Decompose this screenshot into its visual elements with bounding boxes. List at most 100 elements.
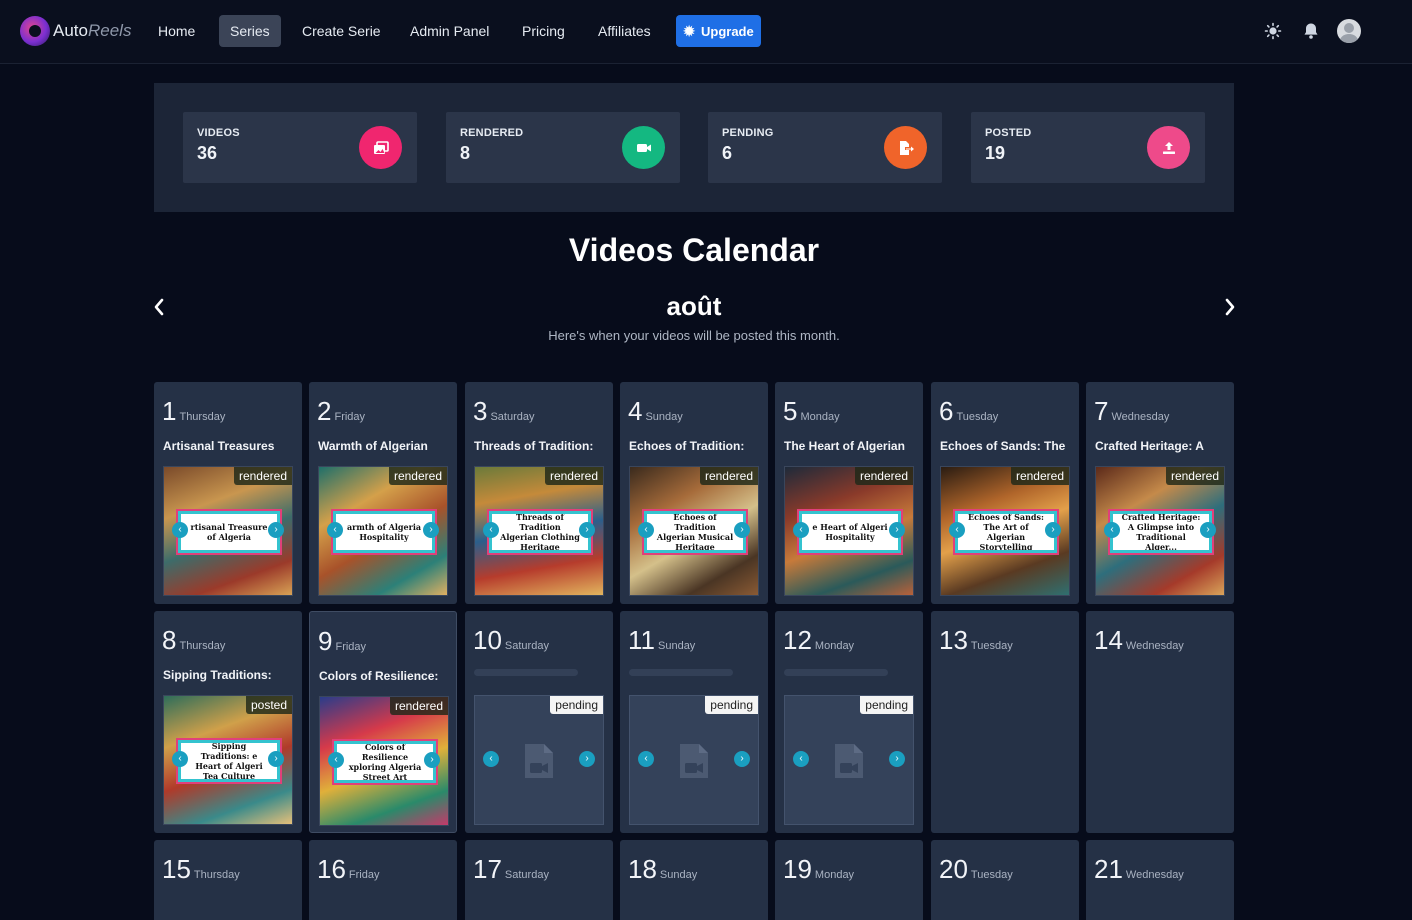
bell-icon[interactable] (1299, 19, 1323, 43)
day-weekday: Thursday (193, 869, 240, 881)
calendar-day[interactable]: 12 Monday pending ‹ › (775, 611, 923, 833)
video-thumbnail[interactable]: rendered armth of Algeria Hospitality ‹ › (318, 466, 448, 596)
next-video-button[interactable]: › (579, 751, 595, 767)
prev-video-button[interactable]: ‹ (638, 751, 654, 767)
calendar-day[interactable]: 9 Friday Colors of Resilience: rendered Colo… (309, 611, 457, 833)
day-number: 18 (628, 854, 657, 884)
next-video-button[interactable]: › (734, 751, 750, 767)
calendar-day[interactable]: 1 Thursday Artisanal Treasures rendered rtis… (154, 382, 302, 604)
next-video-button[interactable]: › (1045, 522, 1061, 538)
calendar-day[interactable]: 11 Sunday pending ‹ › (620, 611, 768, 833)
stat-value: 19 (985, 143, 1006, 163)
video-thumbnail-pending[interactable]: pending ‹ › (629, 695, 759, 825)
nav-create-serie[interactable]: Create Serie (291, 15, 392, 47)
next-month-button[interactable] (1217, 293, 1243, 321)
next-video-button[interactable]: › (579, 522, 595, 538)
day-weekday: Saturday (490, 411, 535, 423)
day-number: 21 (1094, 854, 1123, 884)
video-thumbnail-pending[interactable]: pending ‹ › (474, 695, 604, 825)
calendar-day[interactable]: 10 Saturday pending ‹ › (465, 611, 613, 833)
next-video-button[interactable]: › (889, 522, 905, 538)
calendar-day[interactable]: 7 Wednesday Crafted Heritage: A rendered Cra… (1086, 382, 1234, 604)
nav-series[interactable]: Series (219, 15, 281, 47)
prev-video-button[interactable]: ‹ (793, 751, 809, 767)
day-number: 4 (628, 396, 643, 426)
title-loading-bar (474, 669, 578, 676)
next-video-button[interactable]: › (268, 522, 284, 538)
status-badge: rendered (699, 467, 758, 485)
calendar-day[interactable]: 5 Monday The Heart of Algerian rendered e He… (775, 382, 923, 604)
next-video-button[interactable]: › (424, 752, 440, 768)
day-weekday: Saturday (504, 640, 549, 652)
calendar-day[interactable]: 14 Wednesday (1086, 611, 1234, 833)
next-video-button[interactable]: › (889, 751, 905, 767)
calendar-day[interactable]: 16 Friday (309, 840, 457, 920)
video-title: Colors of Resilience: (319, 669, 439, 683)
stat-label: PENDING (722, 127, 774, 139)
prev-video-button[interactable]: ‹ (483, 522, 499, 538)
nav-admin-panel[interactable]: Admin Panel (399, 15, 500, 47)
video-thumbnail[interactable]: rendered Echoes of Sands: The Art of Alge… (940, 466, 1070, 596)
day-number: 5 (783, 396, 798, 426)
status-badge: pending (860, 696, 913, 714)
prev-video-button[interactable]: ‹ (172, 751, 188, 767)
calendar-day[interactable]: 17 Saturday (465, 840, 613, 920)
video-title: Artisanal Treasures (163, 439, 275, 453)
prev-video-button[interactable]: ‹ (1104, 522, 1120, 538)
prev-video-button[interactable]: ‹ (949, 522, 965, 538)
day-header: 6 Tuesday (939, 396, 998, 427)
day-header: 4 Sunday (628, 396, 683, 427)
calendar-day[interactable]: 8 Thursday Sipping Traditions: posted Sippin… (154, 611, 302, 833)
day-header: 9 Friday (318, 626, 366, 657)
next-video-button[interactable]: › (1200, 522, 1216, 538)
video-thumbnail-pending[interactable]: pending ‹ › (784, 695, 914, 825)
calendar-day[interactable]: 21 Wednesday (1086, 840, 1234, 920)
top-navbar: AutoReels Home Series Create Serie Admin… (0, 0, 1412, 64)
prev-video-button[interactable]: ‹ (638, 522, 654, 538)
day-number: 16 (317, 854, 346, 884)
video-thumbnail[interactable]: rendered Echoes of Tradition Algerian Mus… (629, 466, 759, 596)
prev-video-button[interactable]: ‹ (483, 751, 499, 767)
video-thumbnail[interactable]: rendered Crafted Heritage: A Glimpse into… (1095, 466, 1225, 596)
calendar-day[interactable]: 4 Sunday Echoes of Tradition: rendered Echoe… (620, 382, 768, 604)
calendar-day[interactable]: 19 Monday (775, 840, 923, 920)
video-thumbnail[interactable]: rendered e Heart of Algeri Hospitality ‹ › (784, 466, 914, 596)
calendar-title: Videos Calendar (568, 232, 820, 268)
nav-pricing[interactable]: Pricing (511, 15, 576, 47)
day-header: 5 Monday (783, 396, 840, 427)
upgrade-button[interactable]: ✹ Upgrade (676, 15, 761, 47)
stat-value: 8 (460, 143, 471, 163)
video-thumbnail[interactable]: rendered Threads of Tradition Algerian Cl… (474, 466, 604, 596)
calendar-day[interactable]: 3 Saturday Threads of Tradition: rendered Th… (465, 382, 613, 604)
day-header: 18 Sunday (628, 854, 697, 885)
nav-home[interactable]: Home (147, 15, 206, 47)
calendar-day[interactable]: 13 Tuesday (931, 611, 1079, 833)
next-video-button[interactable]: › (734, 522, 750, 538)
prev-video-button[interactable]: ‹ (328, 752, 344, 768)
sun-icon[interactable] (1261, 19, 1285, 43)
calendar-day[interactable]: 6 Tuesday Echoes of Sands: The rendered Echo… (931, 382, 1079, 604)
avatar[interactable] (1337, 19, 1361, 43)
prev-video-button[interactable]: ‹ (327, 522, 343, 538)
next-video-button[interactable]: › (268, 751, 284, 767)
prev-video-button[interactable]: ‹ (172, 522, 188, 538)
calendar-day[interactable]: 20 Tuesday (931, 840, 1079, 920)
calendar-day[interactable]: 18 Sunday (620, 840, 768, 920)
autoreels-logo[interactable]: AutoReels (20, 15, 131, 47)
prev-video-button[interactable]: ‹ (793, 522, 809, 538)
nav-affiliates[interactable]: Affiliates (587, 15, 662, 47)
file-video-icon (835, 744, 863, 778)
video-thumbnail[interactable]: posted Sipping Traditions: e Heart of Alg… (163, 695, 293, 825)
calendar-day[interactable]: 2 Friday Warmth of Algerian rendered armth o… (309, 382, 457, 604)
next-video-button[interactable]: › (423, 522, 439, 538)
video-icon (622, 126, 665, 169)
day-weekday: Friday (334, 411, 366, 423)
video-thumbnail[interactable]: rendered Colors of Resilience xploring Al… (319, 696, 449, 826)
calendar-day[interactable]: 15 Thursday (154, 840, 302, 920)
upload-icon (1147, 126, 1190, 169)
video-title: The Heart of Algerian (784, 439, 905, 453)
video-thumbnail[interactable]: rendered rtisanal Treasure of Algeria ‹ › (163, 466, 293, 596)
day-header: 13 Tuesday (939, 625, 1013, 656)
day-weekday: Thursday (179, 640, 226, 652)
day-number: 10 (473, 625, 502, 655)
